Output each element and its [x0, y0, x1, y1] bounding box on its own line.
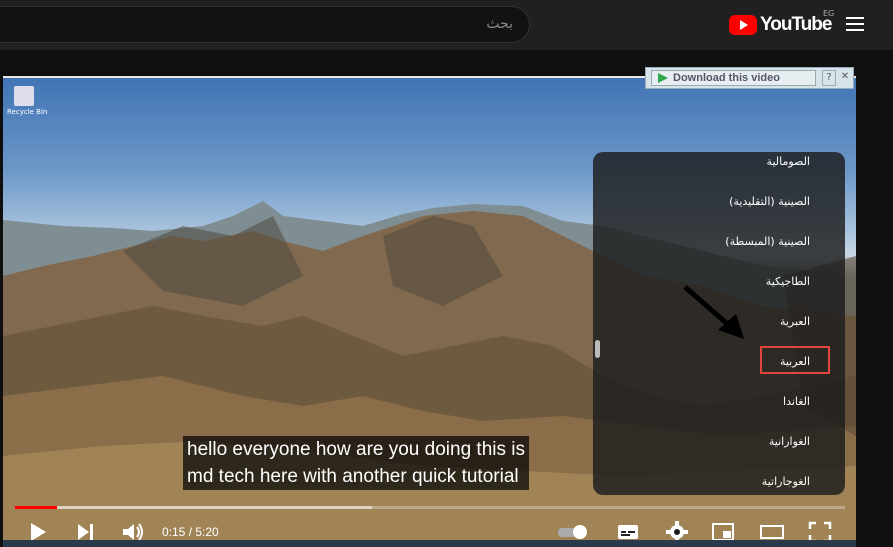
download-toolbar: Download this video ? ✕	[645, 67, 854, 89]
language-item[interactable]: العبرية	[780, 315, 810, 328]
logo-text: YouTube	[760, 14, 832, 35]
highlight-box	[760, 346, 830, 374]
progress-bar[interactable]	[15, 506, 845, 509]
pointer-arrow-icon	[683, 285, 744, 339]
country-code: EG	[823, 9, 835, 18]
search-placeholder: بحث	[486, 16, 513, 32]
download-help-icon[interactable]: ?	[822, 70, 836, 86]
time-total: 5:20	[195, 525, 219, 539]
language-item[interactable]: الغوارانية	[769, 435, 810, 448]
search-input[interactable]: بحث	[0, 6, 530, 43]
progress-played	[15, 506, 57, 509]
language-item[interactable]: الغاندا	[783, 395, 810, 408]
time-display: 0:15 / 5:20	[162, 525, 219, 539]
download-video-button[interactable]: Download this video	[651, 70, 816, 86]
masthead: بحث YouTube EG	[0, 0, 893, 50]
download-close-icon[interactable]: ✕	[839, 70, 851, 84]
recycle-bin-label: Recycle Bin	[7, 108, 48, 116]
youtube-logo[interactable]: YouTube	[729, 12, 832, 38]
language-item[interactable]: الغوجاراتية	[762, 475, 810, 488]
subtitle-line: hello everyone how are you doing this is	[187, 439, 525, 460]
language-item[interactable]: الصينية (المبسطة)	[725, 235, 810, 248]
menu-scrollbar[interactable]	[595, 340, 600, 358]
language-item[interactable]: الصومالية	[767, 155, 810, 168]
windows-taskbar-strip	[3, 540, 856, 547]
subtitle-caption: hello everyone how are you doing this is…	[183, 436, 529, 490]
time-separator: /	[185, 525, 196, 539]
hamburger-menu-icon[interactable]	[846, 17, 864, 31]
subtitle-line: md tech here with another quick tutorial	[187, 466, 519, 487]
language-item[interactable]: الطاجيكية	[766, 275, 810, 288]
language-item[interactable]: الصينية (التقليدية)	[729, 195, 810, 208]
progress-buffered	[15, 506, 372, 509]
time-current: 0:15	[162, 525, 186, 539]
youtube-play-icon	[729, 15, 757, 35]
recycle-bin-icon	[14, 86, 34, 106]
